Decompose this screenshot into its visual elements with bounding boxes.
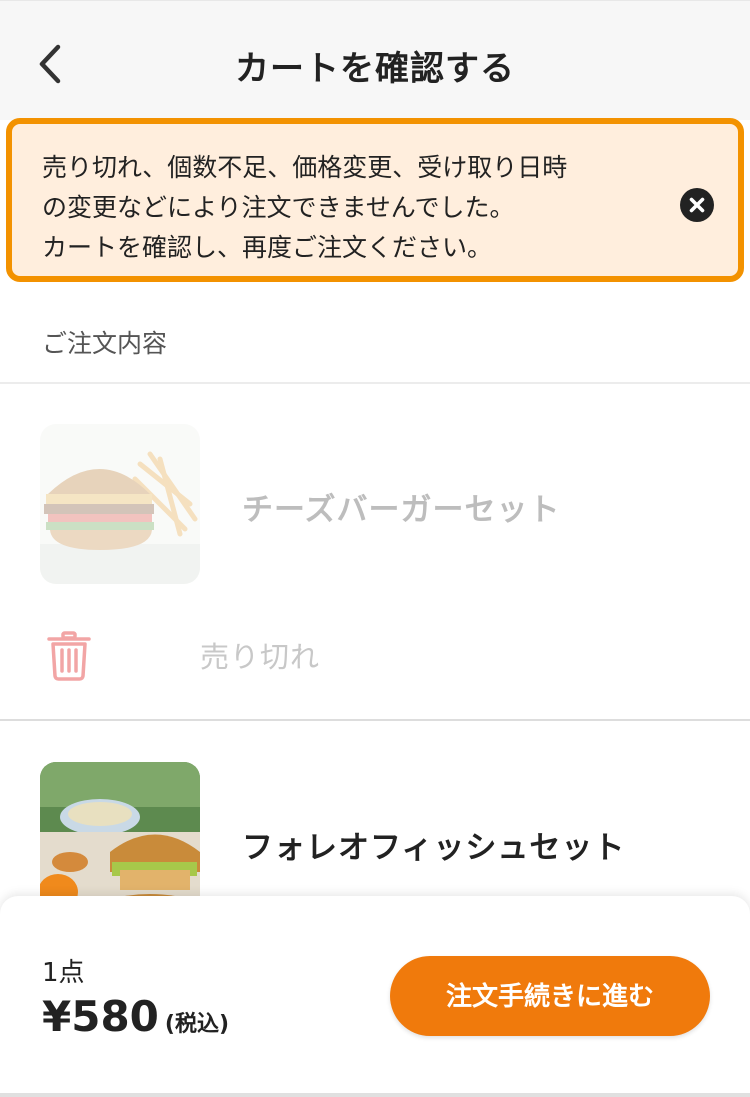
divider	[0, 1093, 750, 1097]
item-count: 1点	[42, 958, 85, 988]
divider	[0, 719, 750, 721]
page-title: カートを確認する	[235, 49, 515, 89]
app-header: カートを確認する	[0, 0, 750, 120]
checkout-footer: 1点 ¥580 (税込) 注文手続きに進む	[0, 896, 750, 1097]
alert-message: 売り切れ、個数不足、価格変更、受け取り日時 の変更などにより注文できませんでした…	[42, 148, 642, 268]
error-alert: 売り切れ、個数不足、価格変更、受け取り日時 の変更などにより注文できませんでした…	[6, 118, 744, 282]
section-heading: ご注文内容	[42, 329, 168, 358]
total-price: ¥580 (税込)	[42, 992, 229, 1041]
sold-out-label: 売り切れ	[200, 640, 321, 674]
trash-icon	[47, 631, 91, 681]
close-icon	[689, 197, 705, 213]
alert-message-line: の変更などにより注文できませんでした。	[42, 193, 515, 222]
alert-message-line: 売り切れ、個数不足、価格変更、受け取り日時	[42, 153, 568, 182]
proceed-to-order-button[interactable]: 注文手続きに進む	[390, 956, 710, 1036]
delete-item-button[interactable]	[46, 630, 92, 682]
alert-message-line: カートを確認し、再度ご注文ください。	[42, 233, 493, 262]
price-value: ¥580	[42, 992, 159, 1041]
item-name[interactable]: チーズバーガーセット	[242, 484, 560, 529]
item-name[interactable]: フォレオフィッシュセット	[242, 822, 625, 867]
cheeseburger-set-photo	[40, 424, 200, 584]
tax-note: (税込)	[164, 1012, 230, 1037]
divider	[0, 382, 750, 384]
alert-close-button[interactable]	[680, 188, 714, 222]
